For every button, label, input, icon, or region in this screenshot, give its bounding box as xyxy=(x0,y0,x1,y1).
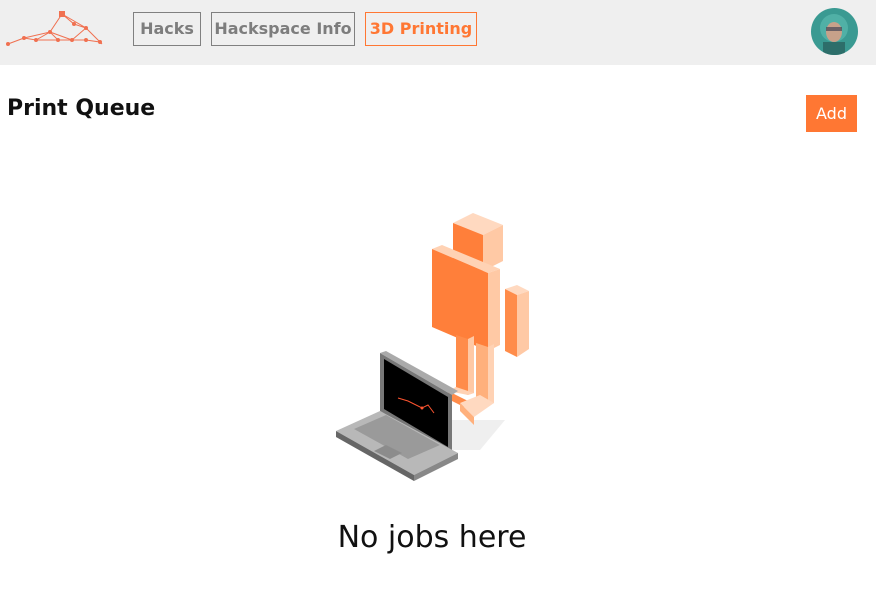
network-graph-logo-icon[interactable] xyxy=(6,10,104,50)
nav-3d-printing[interactable]: 3D Printing xyxy=(365,12,477,46)
nav-hacks[interactable]: Hacks xyxy=(133,12,201,46)
page-title: Print Queue xyxy=(7,96,156,121)
figure-and-laptop-illustration-icon xyxy=(336,213,529,481)
empty-state-message: No jobs here xyxy=(337,520,527,555)
top-bar: Hacks Hackspace Info 3D Printing xyxy=(0,0,876,65)
avatar-icon xyxy=(811,8,858,55)
add-button[interactable]: Add xyxy=(806,95,857,132)
user-avatar[interactable] xyxy=(811,8,858,55)
nav-hackspace-info[interactable]: Hackspace Info xyxy=(211,12,355,46)
